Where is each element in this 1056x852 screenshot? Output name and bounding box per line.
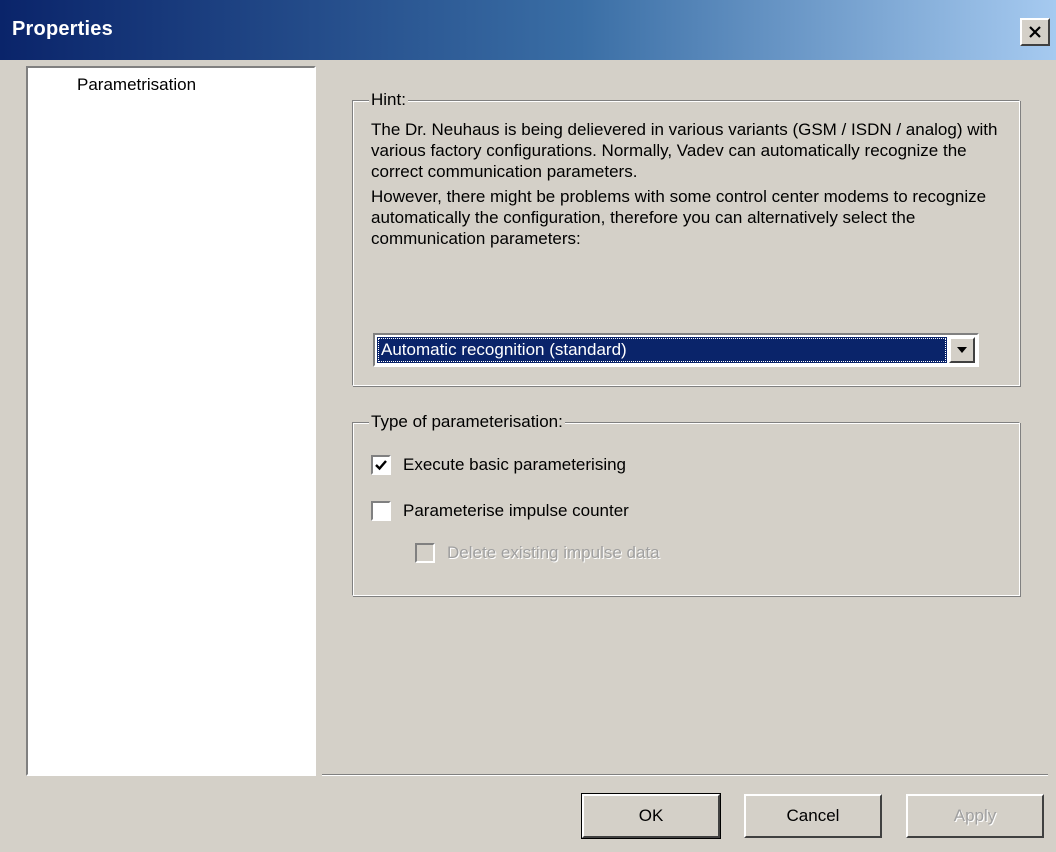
execute-basic-checkbox[interactable] (371, 455, 391, 475)
dropdown-button[interactable] (949, 337, 975, 363)
delete-impulse-label: Delete existing impulse data (447, 543, 660, 562)
window-title: Properties (12, 18, 113, 40)
properties-dialog: Properties Parametrisation Hint: The Dr.… (0, 0, 1056, 852)
navigation-tree[interactable]: Parametrisation (26, 66, 316, 776)
delete-impulse-option: Delete existing impulse data (415, 543, 660, 563)
impulse-counter-checkbox[interactable] (371, 501, 391, 521)
execute-basic-option[interactable]: Execute basic parameterising (371, 455, 626, 475)
delete-impulse-checkbox (415, 543, 435, 563)
hint-paragraph-2: However, there might be problems with so… (371, 187, 987, 248)
apply-button: Apply (906, 794, 1044, 838)
divider (322, 774, 1048, 776)
close-icon (1029, 26, 1041, 38)
type-legend: Type of parameterisation: (369, 412, 565, 432)
cancel-button[interactable]: Cancel (744, 794, 882, 838)
hint-legend: Hint: (369, 90, 408, 110)
select-value[interactable]: Automatic recognition (standard) (377, 337, 947, 363)
hint-paragraph-1: The Dr. Neuhaus is being delievered in v… (371, 120, 998, 181)
impulse-counter-label: Parameterise impulse counter (403, 501, 629, 520)
hint-text: The Dr. Neuhaus is being delievered in v… (371, 119, 1001, 253)
execute-basic-label: Execute basic parameterising (403, 455, 627, 474)
tree-item-parametrisation[interactable]: Parametrisation (74, 74, 199, 96)
title-bar[interactable]: Properties (0, 0, 1056, 60)
ok-button[interactable]: OK (581, 793, 721, 839)
hint-groupbox: Hint: The Dr. Neuhaus is being delievere… (352, 90, 1020, 386)
impulse-counter-option[interactable]: Parameterise impulse counter (371, 501, 629, 521)
chevron-down-icon (957, 347, 967, 353)
close-button[interactable] (1020, 18, 1050, 46)
checkmark-icon (375, 460, 387, 471)
communication-parameters-select[interactable]: Automatic recognition (standard) (373, 333, 979, 367)
parameterisation-type-groupbox: Type of parameterisation: Execute basic … (352, 412, 1020, 596)
